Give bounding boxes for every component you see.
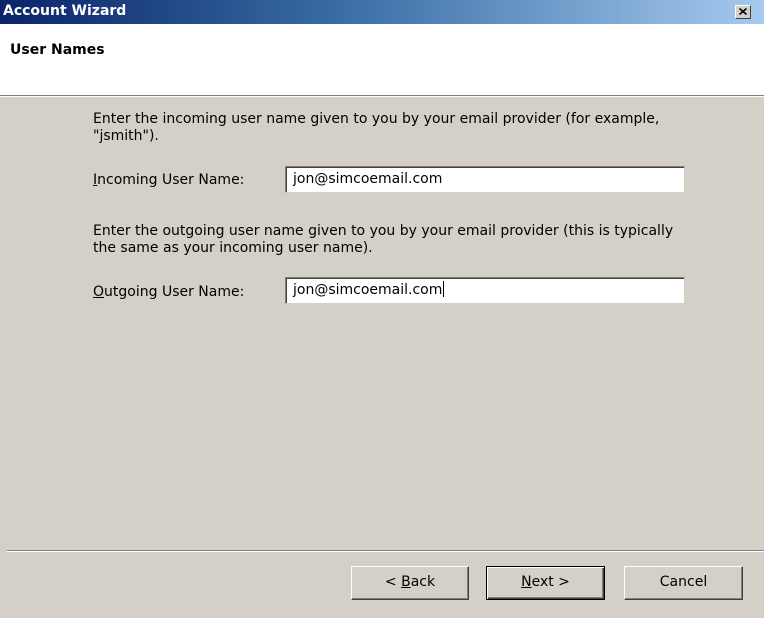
outgoing-user-name-input[interactable]: jon@simcoemail.com	[285, 277, 685, 304]
incoming-user-name-value: jon@simcoemail.com	[293, 171, 443, 187]
close-button[interactable]	[735, 5, 751, 19]
window-title: Account Wizard	[3, 3, 127, 19]
outgoing-user-name-label: Outgoing User Name:	[93, 284, 244, 301]
back-button-label: ack	[410, 574, 436, 590]
incoming-user-name-input[interactable]: jon@simcoemail.com	[285, 166, 685, 193]
close-icon	[739, 8, 747, 15]
cancel-button[interactable]: Cancel	[624, 566, 743, 600]
outgoing-label-mnemonic: O	[93, 284, 105, 300]
back-button-mnemonic: B	[401, 574, 411, 590]
outgoing-instructions: Enter the outgoing user name given to yo…	[93, 223, 674, 256]
next-button-label: ext >	[531, 574, 570, 590]
incoming-instructions: Enter the incoming user name given to yo…	[93, 111, 660, 144]
next-button-mnemonic: N	[521, 574, 532, 590]
back-button[interactable]: < Back	[351, 566, 469, 600]
footer-divider	[7, 550, 764, 552]
title-bar[interactable]: Account Wizard	[0, 0, 764, 24]
incoming-label-text: ncoming User Name:	[97, 172, 245, 188]
text-caret	[443, 281, 445, 297]
wizard-header: User Names	[0, 24, 764, 95]
incoming-user-name-label: Incoming User Name:	[93, 172, 244, 189]
page-title: User Names	[10, 42, 105, 58]
cancel-button-label: Cancel	[659, 574, 708, 590]
next-button[interactable]: Next >	[486, 566, 605, 600]
back-button-prefix: <	[384, 574, 402, 590]
outgoing-label-text: utgoing User Name:	[104, 284, 245, 300]
outgoing-user-name-value: jon@simcoemail.com	[293, 282, 443, 298]
